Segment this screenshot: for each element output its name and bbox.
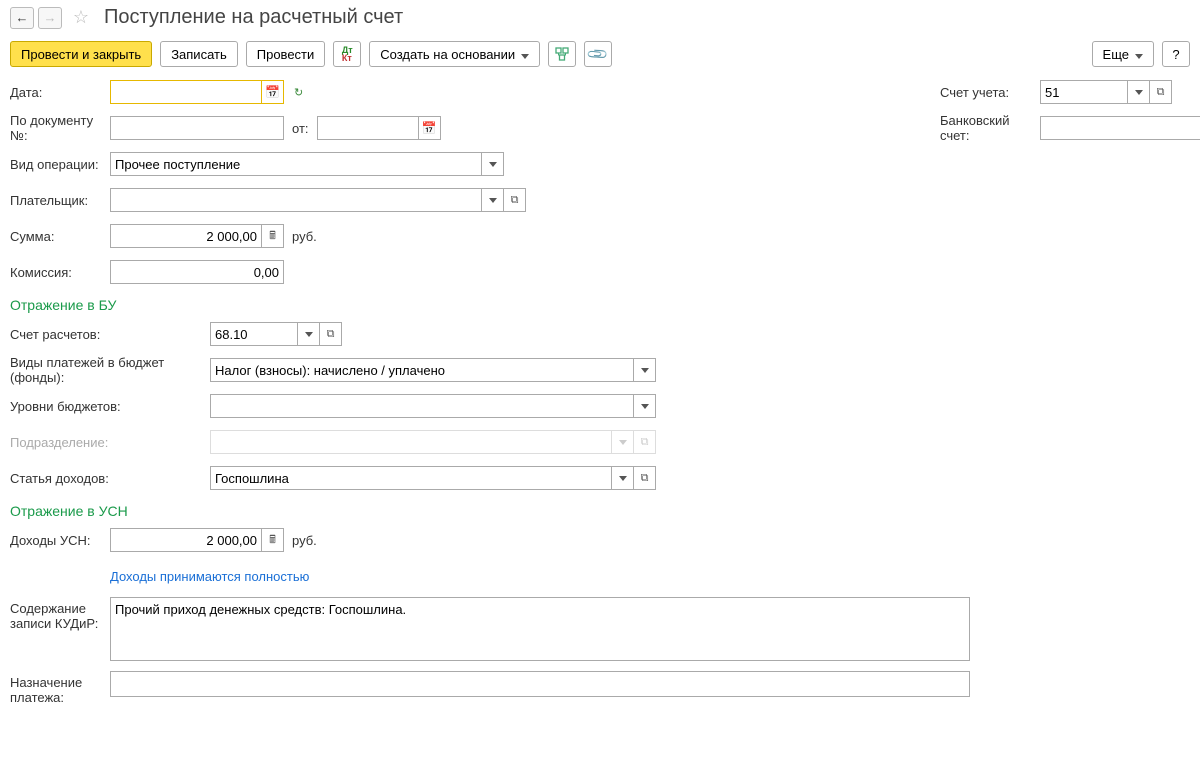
payer-dropdown[interactable] (482, 188, 504, 212)
favorite-star-icon[interactable]: ☆ (70, 7, 92, 29)
chevron-down-icon (521, 47, 529, 62)
usn-income-input[interactable] (110, 528, 262, 552)
doc-num-label: По документу №: (10, 113, 110, 143)
usn-income-label: Доходы УСН: (10, 533, 110, 548)
settlement-account-label: Счет расчетов: (10, 327, 210, 342)
budget-payment-types-dropdown[interactable] (634, 358, 656, 382)
nav-forward-button[interactable]: → (38, 7, 62, 29)
structure-button[interactable] (548, 41, 576, 67)
sum-input[interactable] (110, 224, 262, 248)
calculator-icon[interactable]: 🖩 (262, 224, 284, 248)
save-button[interactable]: Записать (160, 41, 238, 67)
account-dropdown[interactable] (1128, 80, 1150, 104)
purpose-textarea[interactable] (110, 671, 970, 697)
division-label: Подразделение: (10, 435, 210, 450)
commission-input[interactable] (110, 260, 284, 284)
doc-date-input[interactable] (317, 116, 419, 140)
from-label: от: (292, 121, 309, 136)
help-button[interactable]: ? (1162, 41, 1190, 67)
income-article-dropdown[interactable] (612, 466, 634, 490)
more-label: Еще (1103, 47, 1129, 62)
usn-income-unit: руб. (292, 533, 317, 548)
post-and-close-button[interactable]: Провести и закрыть (10, 41, 152, 67)
create-based-on-label: Создать на основании (380, 47, 515, 62)
calendar-icon[interactable]: 📅 (262, 80, 284, 104)
kudir-content-textarea[interactable] (110, 597, 970, 661)
create-based-on-button[interactable]: Создать на основании (369, 41, 540, 67)
sum-unit: руб. (292, 229, 317, 244)
income-article-label: Статья доходов: (10, 471, 210, 486)
bank-account-label: Банковский счет: (940, 113, 1040, 143)
refresh-icon[interactable]: ↻ (294, 86, 303, 99)
account-open-icon[interactable]: ⧉ (1150, 80, 1172, 104)
section-usn-title: Отражение в УСН (10, 503, 1190, 519)
purpose-label: Назначение платежа: (10, 671, 110, 705)
date-input[interactable] (110, 80, 262, 104)
section-bu-title: Отражение в БУ (10, 297, 1190, 313)
income-full-link[interactable]: Доходы принимаются полностью (110, 569, 309, 584)
settlement-account-input[interactable] (210, 322, 298, 346)
date-label: Дата: (10, 85, 110, 100)
payer-label: Плательщик: (10, 193, 110, 208)
account-label: Счет учета: (940, 85, 1040, 100)
dtkt-button[interactable]: ДтКт (333, 41, 361, 67)
account-input[interactable] (1040, 80, 1128, 104)
payer-open-icon[interactable]: ⧉ (504, 188, 526, 212)
attach-button[interactable]: 📎 (584, 41, 612, 67)
bank-account-input[interactable] (1040, 116, 1200, 140)
division-dropdown (612, 430, 634, 454)
calculator-icon[interactable]: 🖩 (262, 528, 284, 552)
dtkt-icon: ДтКт (342, 46, 353, 62)
page-title: Поступление на расчетный счет (104, 6, 403, 29)
chevron-down-icon (1135, 47, 1143, 62)
structure-icon (555, 47, 569, 61)
budget-levels-input[interactable] (210, 394, 634, 418)
kudir-content-label: Содержание записи КУДиР: (10, 597, 110, 631)
paperclip-icon: 📎 (586, 42, 610, 66)
op-type-label: Вид операции: (10, 157, 110, 172)
division-open-icon: ⧉ (634, 430, 656, 454)
op-type-dropdown[interactable] (482, 152, 504, 176)
post-button[interactable]: Провести (246, 41, 326, 67)
commission-label: Комиссия: (10, 265, 110, 280)
nav-back-button[interactable]: ← (10, 7, 34, 29)
income-article-input[interactable] (210, 466, 612, 490)
budget-levels-label: Уровни бюджетов: (10, 399, 210, 414)
sum-label: Сумма: (10, 229, 110, 244)
settlement-account-open-icon[interactable]: ⧉ (320, 322, 342, 346)
budget-payment-types-input[interactable] (210, 358, 634, 382)
budget-levels-dropdown[interactable] (634, 394, 656, 418)
income-article-open-icon[interactable]: ⧉ (634, 466, 656, 490)
op-type-input[interactable] (110, 152, 482, 176)
division-input (210, 430, 612, 454)
payer-input[interactable] (110, 188, 482, 212)
more-button[interactable]: Еще (1092, 41, 1154, 67)
doc-num-input[interactable] (110, 116, 284, 140)
budget-payment-types-label: Виды платежей в бюджет (фонды): (10, 355, 210, 385)
settlement-account-dropdown[interactable] (298, 322, 320, 346)
calendar-icon[interactable]: 📅 (419, 116, 441, 140)
